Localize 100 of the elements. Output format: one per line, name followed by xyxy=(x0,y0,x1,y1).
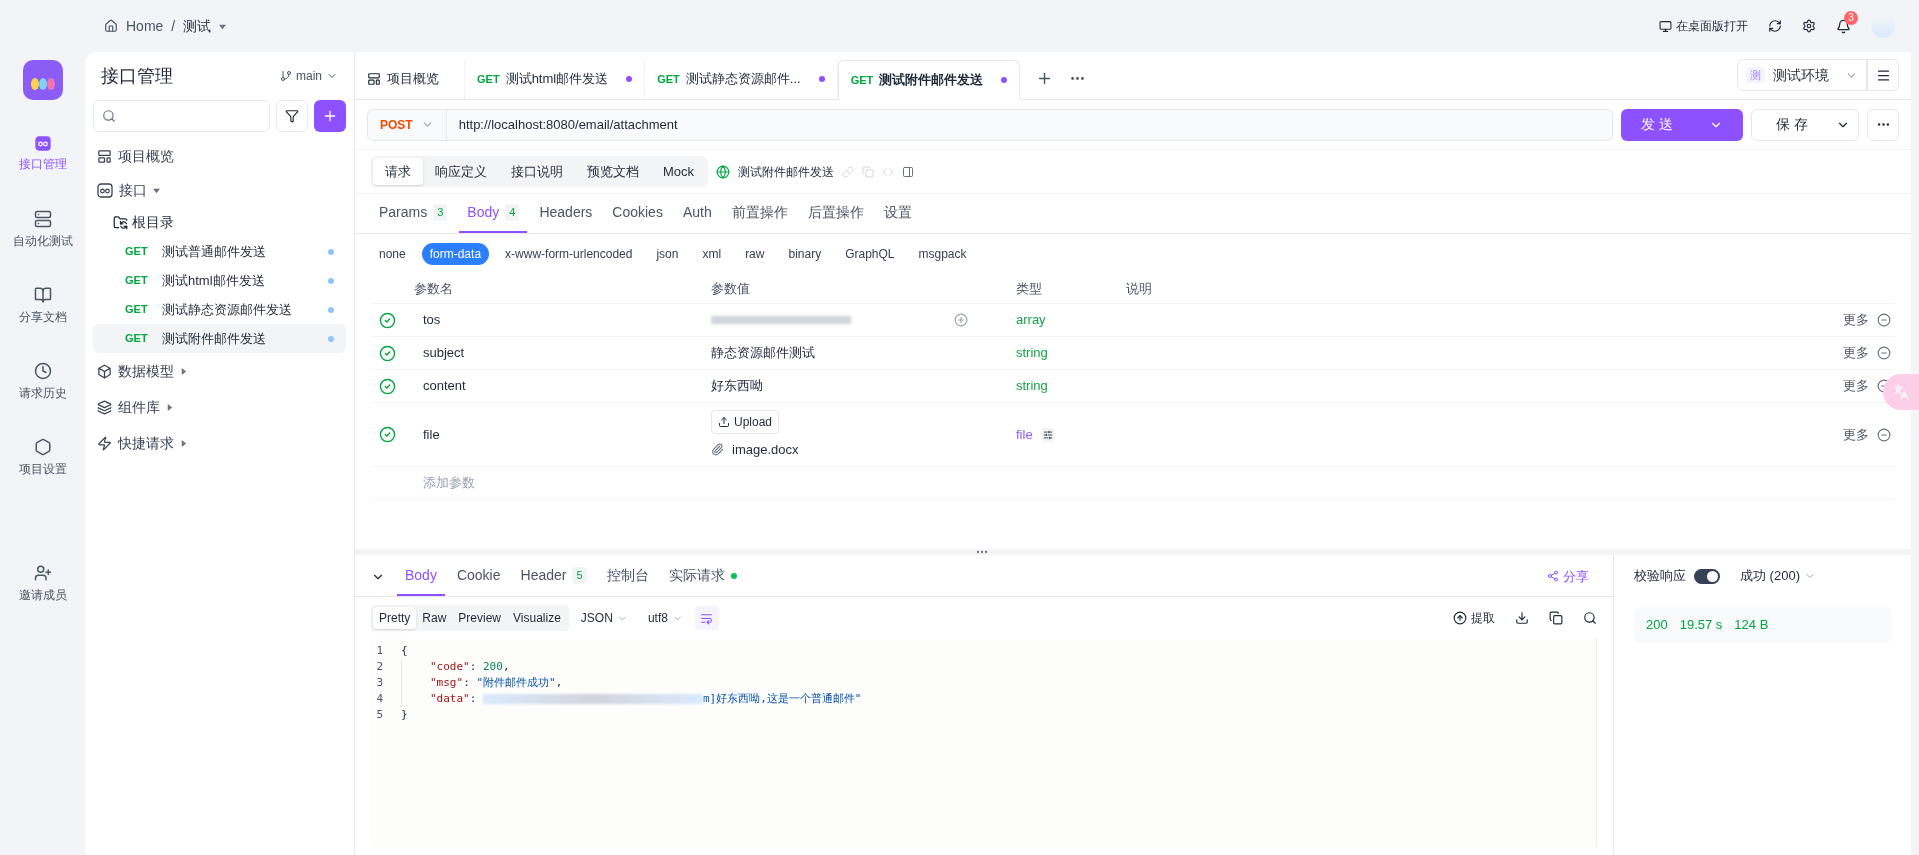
line-number: 3 xyxy=(375,675,384,691)
editor-tab[interactable]: GET 测试静态资源邮件... xyxy=(645,59,838,99)
caret-icon xyxy=(219,22,227,30)
param-tab[interactable]: 设置 xyxy=(875,202,920,233)
tree-item[interactable]: 组件库 xyxy=(93,389,346,425)
response-tab[interactable]: Header 5 xyxy=(512,565,595,596)
panel-icon[interactable] xyxy=(902,165,915,178)
rail-item[interactable]: 项目设置 xyxy=(18,420,67,496)
editor-tab[interactable]: 项目概览 xyxy=(355,59,465,99)
response-tab[interactable]: 实际请求 xyxy=(660,565,745,596)
request-tab[interactable]: 接口说明 xyxy=(499,157,575,186)
endpoint-item[interactable]: GET 测试静态资源邮件发送 xyxy=(93,295,346,324)
breadcrumb-separator: / xyxy=(171,16,176,36)
check-icon[interactable] xyxy=(379,426,396,443)
remove-icon[interactable] xyxy=(1877,313,1891,327)
app-logo[interactable] xyxy=(22,60,63,100)
more-link[interactable]: 更多 xyxy=(1843,376,1869,396)
param-tab[interactable]: 前置操作 xyxy=(723,202,796,233)
filter-button[interactable] xyxy=(276,100,308,132)
open-desktop-link[interactable]: 在桌面版打开 xyxy=(1659,17,1748,35)
status-selector[interactable]: 成功 (200) xyxy=(1740,566,1816,586)
wrap-icon xyxy=(700,611,714,625)
tree-item[interactable]: 根目录 xyxy=(93,208,346,237)
settings-icon[interactable] xyxy=(1802,19,1816,33)
request-tab[interactable]: 响应定义 xyxy=(423,157,499,186)
validation-toggle[interactable] xyxy=(1694,568,1720,584)
search-field[interactable] xyxy=(93,100,270,132)
param-tab[interactable]: Auth xyxy=(674,202,720,233)
param-tab[interactable]: 后置操作 xyxy=(799,202,872,233)
search-icon[interactable] xyxy=(1583,611,1597,625)
request-tab[interactable]: 预览文档 xyxy=(575,157,651,186)
share-link[interactable]: 分享 xyxy=(1547,566,1589,586)
view-mode-tab[interactable]: Visualize xyxy=(507,607,567,629)
menu-button[interactable] xyxy=(1867,59,1899,91)
encoding-selector[interactable]: utf8 xyxy=(647,609,683,627)
editor-tab[interactable]: GET 测试附件邮件发送 xyxy=(837,60,1021,100)
body-type-option[interactable]: GraphQL xyxy=(837,243,903,265)
view-mode-tab[interactable]: Raw xyxy=(416,607,453,629)
tree-item[interactable]: 快捷请求 xyxy=(93,425,346,461)
breadcrumb-link[interactable]: 测试 xyxy=(183,15,212,37)
breadcrumb-link[interactable]: Home xyxy=(126,15,164,37)
rail-item[interactable]: 请求历史 xyxy=(18,344,67,420)
wrap-button[interactable] xyxy=(694,606,719,630)
body-type-option[interactable]: form-data xyxy=(421,243,490,265)
check-icon[interactable] xyxy=(379,311,396,329)
param-tab[interactable]: Cookies xyxy=(604,202,671,233)
response-tab[interactable]: 控制台 xyxy=(598,565,657,596)
response-tab[interactable]: Cookie xyxy=(448,565,509,596)
tree-item[interactable]: 接口 xyxy=(93,172,346,208)
param-tab[interactable]: Body 4 xyxy=(459,202,528,233)
upload-button[interactable]: Upload xyxy=(711,409,780,434)
method-label: GET xyxy=(125,331,149,347)
endpoint-item[interactable]: GET 测试附件邮件发送 xyxy=(93,324,346,353)
add-icon[interactable] xyxy=(954,313,968,327)
more-link[interactable]: 更多 xyxy=(1843,310,1869,330)
format-selector[interactable]: JSON xyxy=(580,609,628,627)
body-type-option[interactable]: msgpack xyxy=(910,243,975,265)
param-tab[interactable]: Params 3 xyxy=(371,202,456,233)
view-mode-tab[interactable]: Pretty xyxy=(373,607,417,629)
more-link[interactable]: 更多 xyxy=(1843,343,1869,363)
environment-selector[interactable]: 测 测试环境 xyxy=(1737,59,1867,91)
search-icon xyxy=(102,109,116,123)
remove-icon[interactable] xyxy=(1877,346,1891,360)
tree-item[interactable]: 项目概览 xyxy=(93,140,346,172)
endpoint-item[interactable]: GET 测试html邮件发送 xyxy=(93,266,346,295)
rail-item[interactable]: 接口管理 xyxy=(18,116,67,192)
download-icon[interactable] xyxy=(1515,611,1529,625)
refresh-icon[interactable] xyxy=(1768,19,1782,33)
rail-item[interactable]: 分享文档 xyxy=(18,268,67,344)
body-type-option[interactable]: json xyxy=(648,243,687,265)
body-type-option[interactable]: none xyxy=(371,243,414,265)
endpoint-name: 测试附件邮件发送 xyxy=(162,329,267,348)
body-type-option[interactable]: raw xyxy=(737,243,773,265)
request-tab[interactable]: 请求 xyxy=(373,157,423,186)
sliders-icon[interactable] xyxy=(1040,427,1055,442)
response-tab[interactable]: Body xyxy=(397,565,445,596)
tree-item[interactable]: 数据模型 xyxy=(93,353,346,389)
body-type-option[interactable]: binary xyxy=(780,243,830,265)
remove-icon[interactable] xyxy=(1877,427,1891,442)
request-tab[interactable]: Mock xyxy=(651,157,707,186)
add-button[interactable] xyxy=(314,100,346,132)
rail-item[interactable]: 邀请成员 xyxy=(18,546,67,622)
copy-icon[interactable] xyxy=(1549,611,1563,625)
more-link[interactable]: 更多 xyxy=(1843,424,1869,445)
check-icon[interactable] xyxy=(379,377,396,395)
body-type-option[interactable]: x-www-form-urlencoded xyxy=(497,243,641,265)
send-button[interactable]: 发送 xyxy=(1621,108,1743,141)
extract-button[interactable]: 提取 xyxy=(1453,609,1495,627)
url-field[interactable]: POST http://localhost:8080/email/attachment xyxy=(367,108,1613,141)
editor-tab[interactable]: GET 测试html邮件发送 xyxy=(465,59,646,99)
branch-selector[interactable]: main xyxy=(280,67,338,85)
view-mode-tab[interactable]: Preview xyxy=(452,607,508,629)
body-type-option[interactable]: xml xyxy=(694,243,730,265)
save-button[interactable]: 保存 xyxy=(1751,108,1859,141)
type-label[interactable]: file xyxy=(1016,424,1033,445)
check-icon[interactable] xyxy=(379,344,396,362)
file-name[interactable]: image.docx xyxy=(711,439,799,460)
endpoint-item[interactable]: GET 测试普通邮件发送 xyxy=(93,237,346,266)
rail-item[interactable]: 自动化测试 xyxy=(12,192,73,268)
param-tab[interactable]: Headers xyxy=(531,202,601,233)
